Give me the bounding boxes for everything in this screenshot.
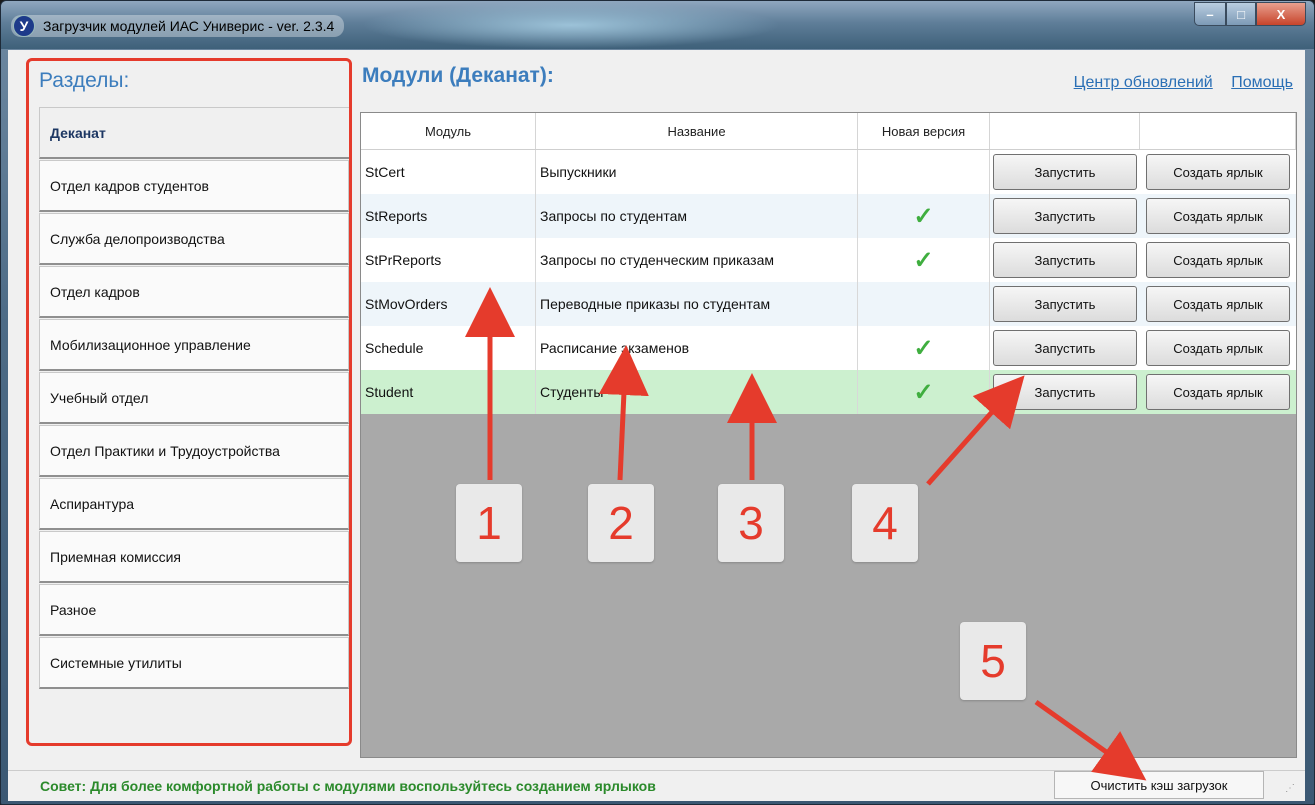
create-shortcut-button[interactable]: Создать ярлык xyxy=(1146,242,1290,278)
title-area: У Загрузчик модулей ИАС Универис - ver. … xyxy=(11,15,345,37)
table-body: StCert Выпускники Запустить Создать ярлы… xyxy=(361,150,1296,414)
sidebar-item-records-office[interactable]: Служба делопроизводства xyxy=(39,213,349,265)
check-icon: ✓ xyxy=(858,370,990,414)
module-cell: Schedule xyxy=(361,326,536,370)
check-icon: ✓ xyxy=(858,194,990,238)
annotation-badge-5: 5 xyxy=(960,622,1026,700)
name-cell: Запросы по студентам xyxy=(536,194,858,238)
table-row-selected[interactable]: Student Студенты ✓ Запустить Создать ярл… xyxy=(361,370,1296,414)
table-row[interactable]: Schedule Расписание экзаменов ✓ Запустит… xyxy=(361,326,1296,370)
header-links: Центр обновлений Помощь xyxy=(1060,74,1293,92)
create-shortcut-button[interactable]: Создать ярлык xyxy=(1146,330,1290,366)
close-button[interactable]: X xyxy=(1256,2,1306,26)
module-cell: StPrReports xyxy=(361,238,536,282)
sidebar-item-postgraduate[interactable]: Аспирантура xyxy=(39,478,349,530)
name-cell: Запросы по студенческим приказам xyxy=(536,238,858,282)
check-icon: ✓ xyxy=(858,326,990,370)
annotation-badge-2: 2 xyxy=(588,484,654,562)
table-header: Модуль Название Новая версия xyxy=(361,113,1296,150)
annotation-badge-3: 3 xyxy=(718,484,784,562)
name-cell: Студенты xyxy=(536,370,858,414)
run-button[interactable]: Запустить xyxy=(993,242,1137,278)
check-icon: ✓ xyxy=(858,238,990,282)
table-row[interactable]: StReports Запросы по студентам ✓ Запусти… xyxy=(361,194,1296,238)
module-cell: StReports xyxy=(361,194,536,238)
clear-cache-button[interactable]: Очистить кэш загрузок xyxy=(1054,771,1264,799)
column-header-shortcut xyxy=(1140,113,1296,149)
create-shortcut-button[interactable]: Создать ярлык xyxy=(1146,198,1290,234)
app-logo-icon[interactable]: У xyxy=(13,15,35,37)
module-cell: StMovOrders xyxy=(361,282,536,326)
check-icon xyxy=(858,150,990,194)
create-shortcut-button[interactable]: Создать ярлык xyxy=(1146,374,1290,410)
tip-text: Совет: Для более комфортной работы с мод… xyxy=(40,778,656,794)
title-bar[interactable]: У Загрузчик модулей ИАС Универис - ver. … xyxy=(1,1,1314,49)
run-button[interactable]: Запустить xyxy=(993,330,1137,366)
module-cell: Student xyxy=(361,370,536,414)
client-area: Разделы: Деканат Отдел кадров студентов … xyxy=(8,50,1305,770)
sidebar-item-misc[interactable]: Разное xyxy=(39,584,349,636)
annotation-badge-4: 4 xyxy=(852,484,918,562)
sidebar-item-student-hr[interactable]: Отдел кадров студентов xyxy=(39,160,349,212)
title-glow xyxy=(361,1,781,49)
sidebar-item-academic[interactable]: Учебный отдел xyxy=(39,372,349,424)
column-header-new-version[interactable]: Новая версия xyxy=(858,113,990,149)
sidebar-item-admissions[interactable]: Приемная комиссия xyxy=(39,531,349,583)
help-link[interactable]: Помощь xyxy=(1231,74,1293,91)
module-cell: StCert xyxy=(361,150,536,194)
sidebar-item-system-utilities[interactable]: Системные утилиты xyxy=(39,637,349,689)
name-cell: Расписание экзаменов xyxy=(536,326,858,370)
check-icon xyxy=(858,282,990,326)
column-header-name[interactable]: Название xyxy=(536,113,858,149)
minimize-button[interactable]: – xyxy=(1194,2,1226,26)
sidebar-item-hr[interactable]: Отдел кадров xyxy=(39,266,349,318)
table-row[interactable]: StCert Выпускники Запустить Создать ярлы… xyxy=(361,150,1296,194)
sections-panel: Разделы: Деканат Отдел кадров студентов … xyxy=(26,58,352,746)
run-button[interactable]: Запустить xyxy=(993,198,1137,234)
column-header-run xyxy=(990,113,1140,149)
maximize-button[interactable]: □ xyxy=(1226,2,1256,26)
page-title: Модули (Деканат): xyxy=(362,64,554,87)
modules-table: Модуль Название Новая версия StCert Выпу… xyxy=(360,112,1297,758)
resize-grip-icon[interactable]: ⋰ xyxy=(1285,783,1297,795)
sections-title: Разделы: xyxy=(39,69,130,92)
name-cell: Выпускники xyxy=(536,150,858,194)
create-shortcut-button[interactable]: Создать ярлык xyxy=(1146,154,1290,190)
table-row[interactable]: StPrReports Запросы по студенческим прик… xyxy=(361,238,1296,282)
run-button[interactable]: Запустить xyxy=(993,286,1137,322)
annotation-badge-1: 1 xyxy=(456,484,522,562)
sidebar-item-mobilization[interactable]: Мобилизационное управление xyxy=(39,319,349,371)
name-cell: Переводные приказы по студентам xyxy=(536,282,858,326)
run-button[interactable]: Запустить xyxy=(993,374,1137,410)
run-button[interactable]: Запустить xyxy=(993,154,1137,190)
create-shortcut-button[interactable]: Создать ярлык xyxy=(1146,286,1290,322)
window-controls: – □ X xyxy=(1194,2,1306,26)
update-center-link[interactable]: Центр обновлений xyxy=(1074,74,1213,91)
column-header-module[interactable]: Модуль xyxy=(361,113,536,149)
table-row[interactable]: StMovOrders Переводные приказы по студен… xyxy=(361,282,1296,326)
window-title: Загрузчик модулей ИАС Универис - ver. 2.… xyxy=(43,18,335,34)
sidebar-item-practice-employment[interactable]: Отдел Практики и Трудоустройства xyxy=(39,425,349,477)
sidebar-item-dean-office[interactable]: Деканат xyxy=(39,107,349,159)
sections-nav: Деканат Отдел кадров студентов Служба де… xyxy=(39,107,349,690)
status-bar: Совет: Для более комфортной работы с мод… xyxy=(8,770,1305,801)
